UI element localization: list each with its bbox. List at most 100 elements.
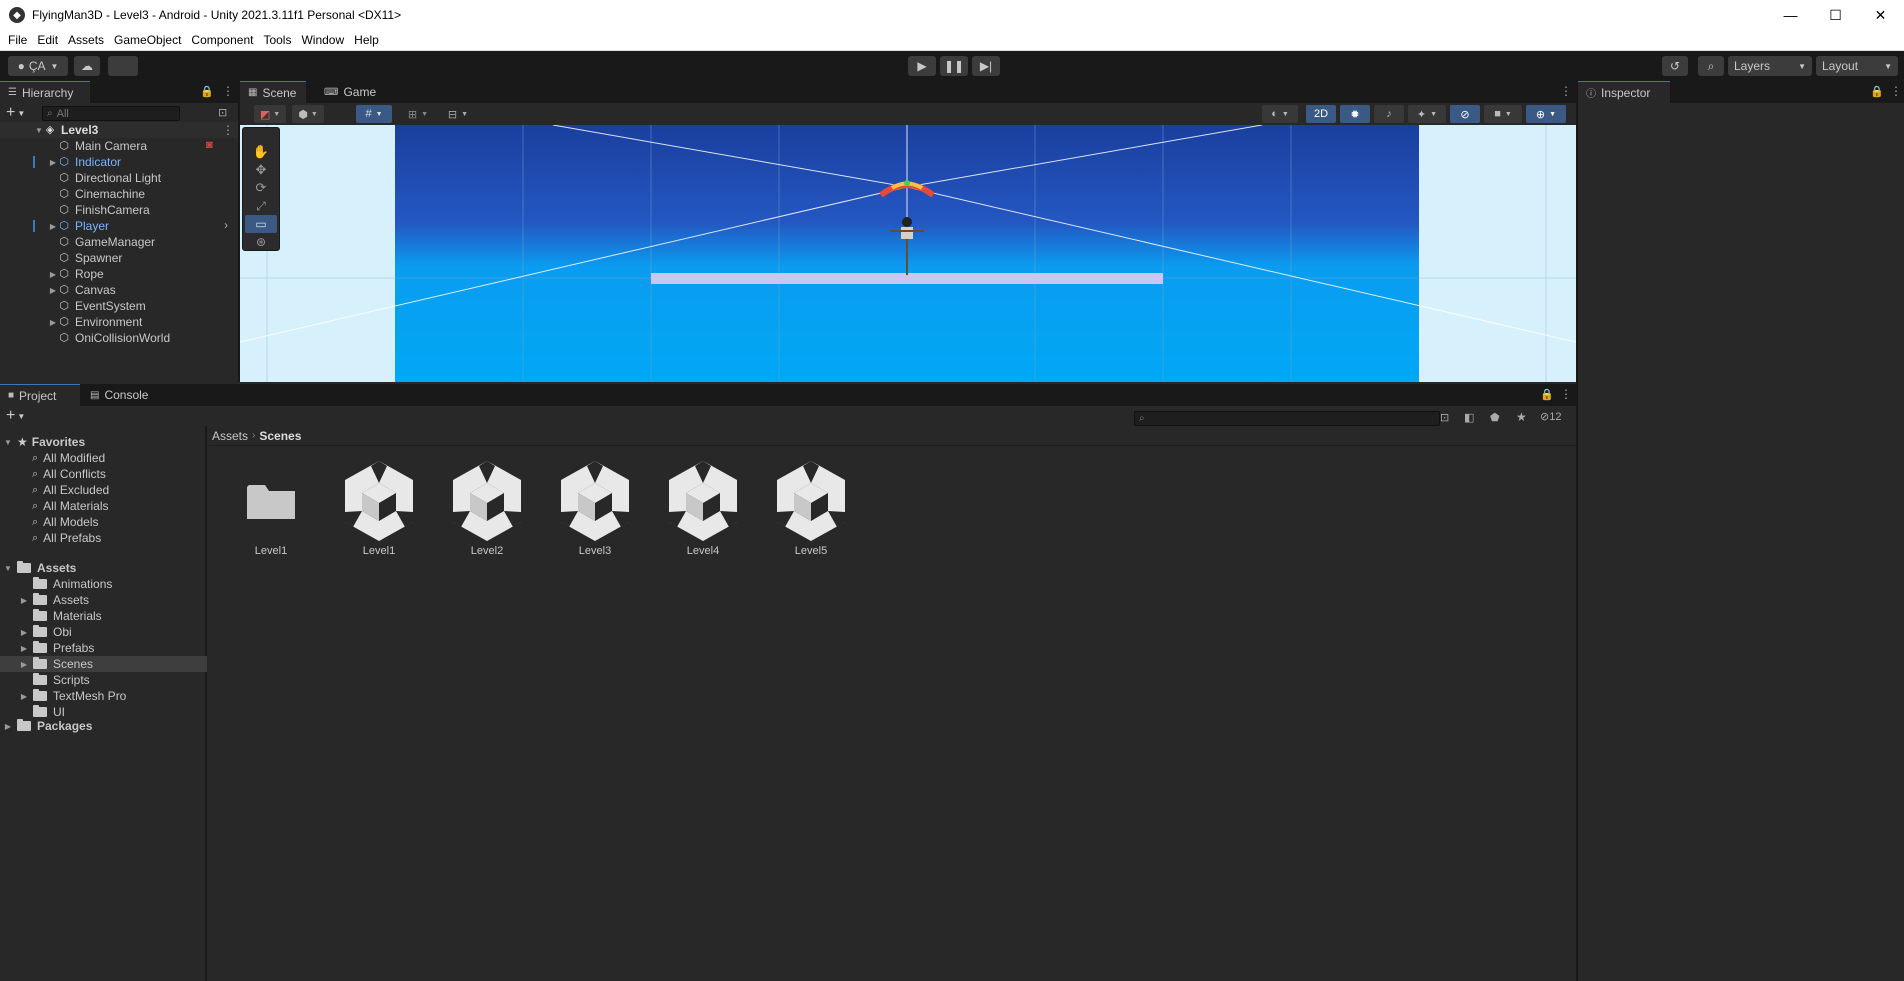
lock-icon[interactable]: 🔒 bbox=[1540, 388, 1554, 401]
asset-folder-item[interactable]: ▶ Scenes bbox=[0, 656, 207, 672]
asset-folder-item[interactable]: ▶ Obi bbox=[0, 624, 207, 640]
hierarchy-item[interactable]: ▶ ⬡ Environment bbox=[0, 314, 240, 330]
gizmos-dropdown[interactable]: ⊕ ▼ bbox=[1526, 105, 1566, 123]
tab-hierarchy[interactable]: ☰ Hierarchy bbox=[0, 81, 90, 103]
expand-arrow-icon[interactable]: ▶ bbox=[19, 628, 29, 637]
menu-help[interactable]: Help bbox=[349, 33, 384, 47]
hierarchy-item[interactable]: ⬡ Main Camera ◙ bbox=[0, 138, 240, 154]
asset-folder-item[interactable]: Materials bbox=[0, 608, 207, 624]
lock-icon[interactable]: 🔒 bbox=[1870, 85, 1884, 98]
cloud-button[interactable]: ☁ bbox=[74, 56, 100, 76]
favorite-item[interactable]: ⌕ All Conflicts bbox=[0, 466, 207, 482]
kebab-menu-icon[interactable]: ⋮ bbox=[222, 123, 234, 137]
expand-arrow-icon[interactable]: ▶ bbox=[19, 692, 29, 701]
effects-dropdown[interactable]: ✦ ▼ bbox=[1408, 105, 1446, 123]
search-by-type-icon[interactable]: ⊡ bbox=[1440, 411, 1449, 424]
scale-tool-icon[interactable]: ⤢ bbox=[245, 197, 277, 215]
hierarchy-item[interactable]: ⬡ Directional Light bbox=[0, 170, 240, 186]
scene-visibility-icon[interactable]: ⊡ bbox=[218, 106, 227, 119]
panel-divider[interactable] bbox=[1576, 81, 1578, 981]
favorites-header[interactable]: ▼ ★ Favorites bbox=[0, 434, 207, 450]
expand-arrow-icon[interactable]: ▶ bbox=[48, 158, 58, 167]
hierarchy-item[interactable]: ⬡ Spawner bbox=[0, 250, 240, 266]
scene-root-row[interactable]: ▼ ◈ Level3 ⋮ bbox=[0, 122, 238, 138]
asset-folder-item[interactable]: Scripts bbox=[0, 672, 207, 688]
hierarchy-item[interactable]: ⬡ EventSystem bbox=[0, 298, 240, 314]
favorite-item[interactable]: ⌕ All Materials bbox=[0, 498, 207, 514]
toggle-2d-button[interactable]: 2D bbox=[1306, 105, 1336, 123]
expand-arrow-icon[interactable]: ▶ bbox=[48, 222, 58, 231]
grid-options-dropdown[interactable]: ⊟ ▼ bbox=[440, 105, 476, 123]
expand-arrow-icon[interactable]: ▶ bbox=[3, 722, 13, 731]
play-button[interactable]: ▶ bbox=[908, 56, 936, 76]
kebab-menu-icon[interactable]: ⋮ bbox=[1890, 84, 1902, 98]
breadcrumb-scenes[interactable]: Scenes bbox=[259, 429, 301, 443]
asset-folder-item[interactable]: ▶ Assets bbox=[0, 592, 207, 608]
snap-increment-dropdown[interactable]: ⊞ ▼ bbox=[400, 105, 436, 123]
panel-divider[interactable] bbox=[238, 81, 240, 382]
scene-asset[interactable]: Level1 bbox=[334, 457, 424, 557]
favorite-item[interactable]: ⌕ All Modified bbox=[0, 450, 207, 466]
hierarchy-item[interactable]: ▶ ⬡ Indicator bbox=[0, 154, 240, 170]
star-icon[interactable]: ★ bbox=[1516, 410, 1527, 424]
expand-arrow-icon[interactable]: ▼ bbox=[3, 438, 13, 447]
open-prefab-icon[interactable]: › bbox=[224, 218, 228, 232]
filter-type-icon[interactable]: ◧ bbox=[1464, 411, 1474, 424]
asset-folder-item[interactable]: ▶ TextMesh Pro bbox=[0, 688, 207, 704]
scene-asset[interactable]: Level4 bbox=[658, 457, 748, 557]
hierarchy-item[interactable]: ⬡ GameManager bbox=[0, 234, 240, 250]
account-dropdown[interactable]: ● ÇA ▼ bbox=[8, 56, 68, 76]
asset-folder-item[interactable]: ▶ Prefabs bbox=[0, 640, 207, 656]
asset-folder-item[interactable]: Animations bbox=[0, 576, 207, 592]
expand-arrow-icon[interactable]: ▶ bbox=[19, 644, 29, 653]
favorite-item[interactable]: ⌕ All Excluded bbox=[0, 482, 207, 498]
hierarchy-item[interactable]: ⬡ FinishCamera bbox=[0, 202, 240, 218]
create-asset-button[interactable]: + ▼ bbox=[6, 406, 36, 426]
menu-gameobject[interactable]: GameObject bbox=[109, 33, 186, 47]
menu-file[interactable]: File bbox=[3, 33, 32, 47]
move-tool-icon[interactable]: ✥ bbox=[245, 161, 277, 179]
menu-assets[interactable]: Assets bbox=[63, 33, 109, 47]
search-button[interactable]: ⌕ bbox=[1698, 56, 1724, 76]
kebab-menu-icon[interactable]: ⋮ bbox=[1560, 387, 1572, 401]
hidden-packages-toggle[interactable]: ⊘ 12 bbox=[1540, 410, 1561, 424]
tag-icon[interactable]: ⬟ bbox=[1490, 411, 1500, 424]
orientation-dropdown[interactable]: ⬢ ▼ bbox=[292, 105, 324, 123]
assets-header[interactable]: ▼ Assets bbox=[0, 560, 207, 576]
menu-component[interactable]: Component bbox=[186, 33, 258, 47]
scene-asset[interactable]: Level3 bbox=[550, 457, 640, 557]
scene-asset[interactable]: Level2 bbox=[442, 457, 532, 557]
hierarchy-item[interactable]: ⬡ OniCollisionWorld bbox=[0, 330, 240, 346]
hierarchy-search-input[interactable]: ⌕ All bbox=[42, 106, 180, 121]
expand-arrow-icon[interactable]: ▶ bbox=[48, 318, 58, 327]
hierarchy-item[interactable]: ▶ ⬡ Canvas bbox=[0, 282, 240, 298]
rect-tool-icon[interactable]: ▭ bbox=[245, 215, 277, 233]
hierarchy-item[interactable]: ▶ ⬡ Rope bbox=[0, 266, 240, 282]
tab-inspector[interactable]: ⓘ Inspector bbox=[1578, 81, 1670, 103]
minimize-button[interactable]: — bbox=[1768, 0, 1813, 30]
expand-arrow-icon[interactable]: ▶ bbox=[48, 286, 58, 295]
scene-asset[interactable]: Level5 bbox=[766, 457, 856, 557]
hand-tool-icon[interactable]: ✋ bbox=[245, 143, 277, 161]
close-button[interactable]: ✕ bbox=[1858, 0, 1903, 30]
draw-mode-dropdown[interactable]: ◩ ▼ bbox=[254, 105, 286, 123]
layers-dropdown[interactable]: Layers ▼ bbox=[1728, 56, 1812, 76]
tab-project[interactable]: ■ Project bbox=[0, 384, 80, 406]
expand-arrow-icon[interactable]: ▶ bbox=[48, 270, 58, 279]
expand-arrow-icon[interactable]: ▶ bbox=[19, 660, 29, 669]
expand-arrow-icon[interactable]: ▼ bbox=[3, 564, 13, 573]
layout-dropdown[interactable]: Layout ▼ bbox=[1816, 56, 1898, 76]
kebab-menu-icon[interactable]: ⋮ bbox=[1560, 84, 1572, 98]
scene-viewport[interactable]: ✋ ✥ ⟳ ⤢ ▭ ⊛ bbox=[240, 125, 1576, 382]
step-button[interactable]: ▶| bbox=[972, 56, 1000, 76]
transform-tool-icon[interactable]: ⊛ bbox=[245, 233, 277, 251]
grid-snap-toggle[interactable]: # ▼ bbox=[356, 105, 392, 123]
menu-tools[interactable]: Tools bbox=[258, 33, 296, 47]
scene-visibility-toggle[interactable]: ⊘ bbox=[1450, 105, 1480, 123]
collab-button[interactable] bbox=[108, 56, 138, 76]
lighting-toggle[interactable]: ✹ bbox=[1340, 105, 1370, 123]
expand-arrow-icon[interactable]: ▼ bbox=[34, 126, 44, 135]
menu-edit[interactable]: Edit bbox=[32, 33, 63, 47]
breadcrumb-assets[interactable]: Assets bbox=[212, 429, 248, 443]
undo-history-button[interactable]: ↺ bbox=[1662, 56, 1688, 76]
